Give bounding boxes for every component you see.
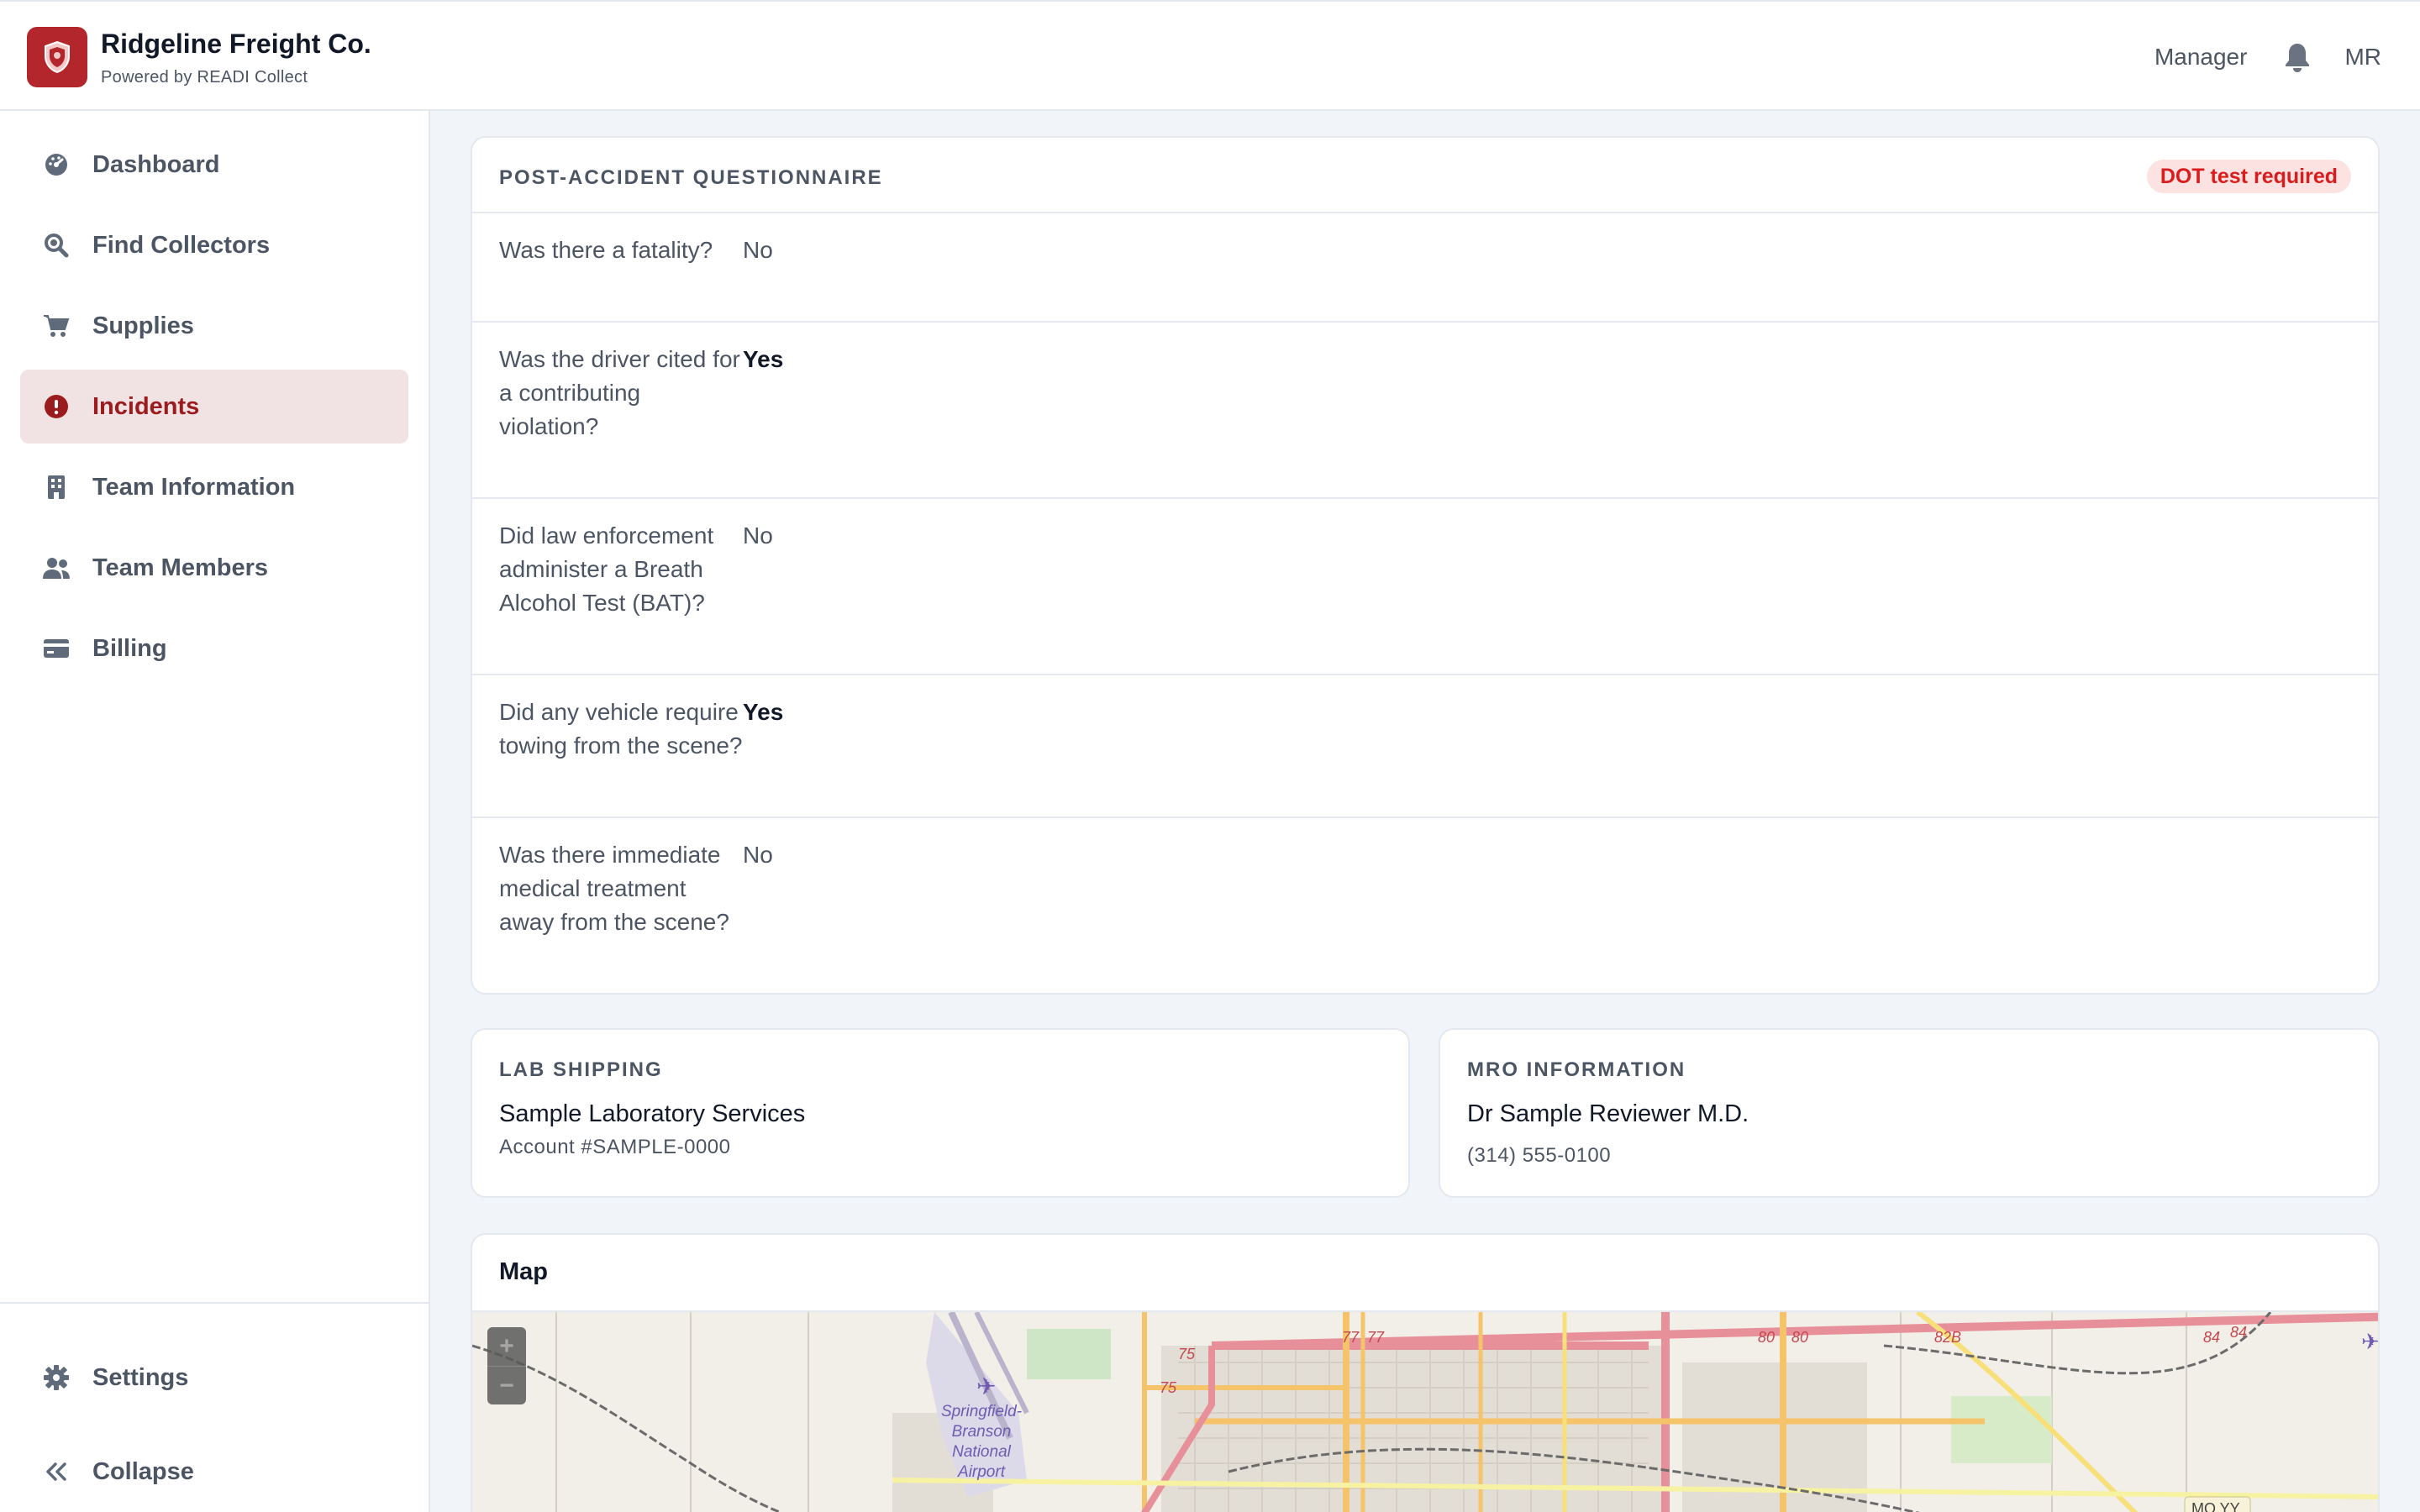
question-text: Did any vehicle require towing from the … [499,699,743,759]
sidebar-item-supplies[interactable]: Supplies [20,289,408,363]
map-place-label: Branson [952,1423,1012,1441]
role-menu[interactable]: Manager [2154,44,2248,71]
questionnaire-row: Was there immediate medical treatment aw… [472,818,2378,993]
sidebar-item-label: Find Collectors [92,231,271,259]
mro-phone[interactable]: (314) 555-0100 [1467,1144,1611,1168]
sidebar-item-label: Incidents [92,392,200,420]
map-road-label: 82B [1934,1329,1961,1346]
lab-shipping-card: LAB SHIPPING Sample Laboratory Services … [471,1028,1410,1198]
collapse-button[interactable]: Collapse [20,1435,408,1509]
map-zoom-control: + − [487,1327,526,1404]
map-road-label: 77 [1367,1329,1385,1346]
lab-account: Account #SAMPLE-0000 [499,1136,731,1158]
cart-icon [20,313,92,339]
mro-label: MRO INFORMATION [1467,1058,1686,1081]
sidebar-item-billing[interactable]: Billing [20,612,408,685]
mro-name: Dr Sample Reviewer M.D. [1467,1100,1749,1127]
map-place-label: Airport [957,1463,1006,1481]
sidebar-item-incidents[interactable]: Incidents [20,370,408,444]
brand-title: Ridgeline Freight Co. [101,29,371,59]
map-road-label: 80 [1758,1329,1775,1346]
question-text: Was there immediate medical treatment aw… [499,842,729,935]
map-road-label: 75 [1178,1346,1196,1362]
answer-text: No [743,842,773,868]
questionnaire-header: POST-ACCIDENT QUESTIONNAIRE DOT test req… [472,138,2378,213]
map-title: Map [499,1258,548,1285]
bell-icon[interactable] [2281,40,2314,74]
map-road-label: 75 [1160,1379,1177,1396]
map-tiles: 80 80 82B 84 84 77 77 75 75 Springfield-… [472,1312,2380,1512]
dashboard-icon [20,152,92,177]
shield-icon [45,40,70,74]
post-accident-questionnaire-card: POST-ACCIDENT QUESTIONNAIRE DOT test req… [471,136,2380,995]
sidebar-divider [0,1302,429,1304]
sidebar: Dashboard Find Collectors Supplies Incid… [0,111,430,1512]
lab-name: Sample Laboratory Services [499,1100,806,1127]
questionnaire-title: POST-ACCIDENT QUESTIONNAIRE [499,166,883,189]
map-place-label: National [952,1443,1011,1461]
answer-text: Yes [743,699,784,725]
questionnaire-row: Was there a fatality? No [472,213,2378,323]
sidebar-item-label: Supplies [92,312,194,339]
sidebar-item-label: Settings [92,1363,189,1391]
map-road-label: 84 [2203,1329,2220,1346]
sidebar-item-label: Billing [92,634,167,662]
questionnaire-row: Did law enforcement administer a Breath … [472,499,2378,675]
building-icon [20,475,92,500]
sidebar-item-settings[interactable]: Settings [20,1341,408,1415]
questionnaire-row: Did any vehicle require towing from the … [472,675,2378,818]
map-view[interactable]: 80 80 82B 84 84 77 77 75 75 Springfield-… [472,1310,2380,1512]
search-icon [20,233,92,258]
zoom-in-button[interactable]: + [487,1327,526,1366]
sidebar-item-team-members[interactable]: Team Members [20,531,408,605]
map-road-label: MO YY [2191,1500,2240,1512]
map-road-label: 84 [2230,1324,2247,1341]
map-card: Map 80 80 82B 84 84 77 77 75 75 Springfi… [471,1233,2380,1512]
avatar[interactable]: MR [2344,44,2381,71]
question-text: Was there a fatality? [499,237,713,263]
brand-subtitle: Powered by READI Collect [101,68,308,87]
answer-text: No [743,522,773,549]
airport-icon: ✈ [2361,1329,2380,1354]
question-text: Did law enforcement administer a Breath … [499,522,714,616]
answer-text: No [743,237,773,263]
mro-information-card: MRO INFORMATION Dr Sample Reviewer M.D. … [1439,1028,2380,1198]
credit-card-icon [20,638,92,659]
map-road-label: 77 [1342,1329,1360,1346]
sidebar-item-label: Team Information [92,473,296,501]
sidebar-item-label: Dashboard [92,150,220,178]
airport-icon: ✈ [976,1373,996,1399]
lab-shipping-label: LAB SHIPPING [499,1058,663,1081]
gear-icon [20,1365,92,1390]
status-badge: DOT test required [2146,160,2351,193]
answer-text: Yes [743,346,784,372]
chevrons-left-icon [20,1462,92,1482]
question-text: Was the driver cited for a contributing … [499,346,740,439]
zoom-out-button[interactable]: − [487,1366,526,1404]
company-logo[interactable] [27,27,87,87]
sidebar-item-team-information[interactable]: Team Information [20,450,408,524]
map-road-label: 80 [1791,1329,1808,1346]
questionnaire-row: Was the driver cited for a contributing … [472,323,2378,499]
collapse-label: Collapse [92,1457,194,1485]
sidebar-item-find-collectors[interactable]: Find Collectors [20,208,408,282]
sidebar-item-label: Team Members [92,554,268,581]
users-icon [20,555,92,580]
top-header: Ridgeline Freight Co. Powered by READI C… [0,0,2420,111]
map-place-label: Springfield- [941,1403,1022,1420]
sidebar-item-dashboard[interactable]: Dashboard [20,128,408,202]
alert-icon [20,394,92,419]
